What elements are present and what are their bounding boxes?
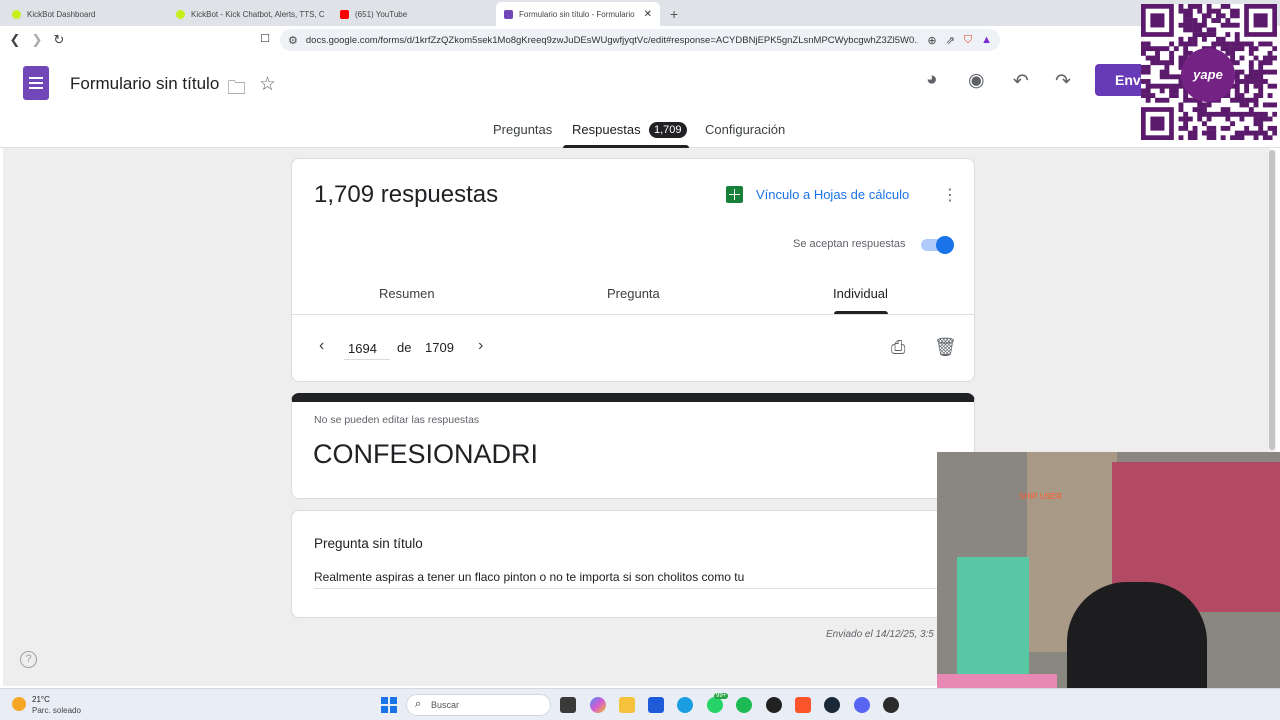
brave-shield-icon[interactable]: ⛉ xyxy=(964,34,972,47)
preview-eye-icon[interactable]: ◉ xyxy=(968,69,985,92)
subtab-summary[interactable]: Resumen xyxy=(379,286,435,301)
kickbot-favicon-icon xyxy=(176,9,185,19)
redo-icon[interactable]: ↷ xyxy=(1055,70,1071,93)
search-placeholder: Buscar xyxy=(431,700,460,710)
forward-icon[interactable]: ❯ xyxy=(26,32,48,48)
response-header-card: No se pueden editar las respuestas CONFE… xyxy=(291,393,975,499)
new-tab-icon[interactable]: + xyxy=(660,2,688,26)
browser-tab-strip: KickBot Dashboard KickBot - Kick Chatbot… xyxy=(0,0,1280,26)
windows-taskbar: 21°C Parc. soleado ⌕ Buscar 99+ xyxy=(0,688,1280,720)
star-icon[interactable]: ☆ xyxy=(259,73,276,96)
copilot-icon[interactable] xyxy=(590,697,606,713)
form-title[interactable]: Formulario sin título xyxy=(70,74,219,94)
divider xyxy=(292,314,974,315)
address-bar[interactable]: ⚙ docs.google.com/forms/d/1krfZzQZkom5se… xyxy=(280,29,1000,51)
sun-icon xyxy=(12,697,26,711)
steam-icon[interactable] xyxy=(824,697,840,713)
yape-logo: yape xyxy=(1181,48,1235,102)
sheets-icon[interactable] xyxy=(726,186,743,203)
delete-icon[interactable]: 🗑 xyxy=(934,337,957,358)
url-text: docs.google.com/forms/d/1krfZzQZkom5sek1… xyxy=(305,34,919,46)
zoom-icon[interactable]: ⊕ xyxy=(927,34,936,47)
browser-tab[interactable]: KickBot - Kick Chatbot, Alerts, TTS, Cr xyxy=(168,2,332,26)
tab-responses[interactable]: Respuestas xyxy=(572,122,641,137)
brave-icon[interactable] xyxy=(795,697,811,713)
browser-tab-active[interactable]: Formulario sin título - Formulario ✕ xyxy=(496,2,660,26)
more-options-icon[interactable]: ⋮ xyxy=(942,185,958,205)
tab-label: KickBot Dashboard xyxy=(27,9,96,19)
webcam-shelf xyxy=(957,557,1029,677)
search-icon: ⌕ xyxy=(415,698,422,710)
submitted-timestamp: Enviado el 14/12/25, 3:5 xyxy=(826,629,934,640)
previous-response-icon[interactable]: ‹ xyxy=(319,337,324,355)
app-icon[interactable] xyxy=(883,697,899,713)
google-forms-icon[interactable] xyxy=(23,66,49,100)
file-explorer-icon[interactable] xyxy=(619,697,635,713)
question-title: Pregunta sin título xyxy=(314,536,423,551)
webcam-overlay: SHIP USER xyxy=(937,452,1280,720)
store-icon[interactable] xyxy=(648,697,664,713)
task-view-icon[interactable] xyxy=(560,697,576,713)
reload-icon[interactable]: ↻ xyxy=(48,32,70,48)
answer-text: Realmente aspiras a tener un flaco pinto… xyxy=(314,570,954,589)
tab-label: KickBot - Kick Chatbot, Alerts, TTS, Cr xyxy=(191,9,324,19)
whatsapp-badge: 99+ xyxy=(714,693,729,699)
discord-icon[interactable] xyxy=(854,697,870,713)
close-tab-icon[interactable]: ✕ xyxy=(644,9,652,20)
back-icon[interactable]: ❮ xyxy=(4,32,26,48)
whatsapp-icon[interactable] xyxy=(707,697,723,713)
subtab-question[interactable]: Pregunta xyxy=(607,286,660,301)
browser-tab[interactable]: KickBot Dashboard xyxy=(4,2,168,26)
undo-icon[interactable]: ↶ xyxy=(1013,70,1029,93)
tab-label: (651) YouTube xyxy=(355,9,408,19)
site-info-icon[interactable]: ⚙ xyxy=(288,34,298,47)
responses-summary-card: 1,709 respuestas Vínculo a Hojas de cálc… xyxy=(291,158,975,382)
response-count-heading: 1,709 respuestas xyxy=(314,181,499,208)
total-responses: 1709 xyxy=(425,340,454,355)
edge-icon[interactable] xyxy=(677,697,693,713)
spotify-icon[interactable] xyxy=(736,697,752,713)
weather-condition: Parc. soleado xyxy=(32,706,81,715)
tab-label: Formulario sin título - Formulario xyxy=(519,9,635,19)
bookmark-icon[interactable]: ☐ xyxy=(254,32,276,45)
tab-settings[interactable]: Configuración xyxy=(705,122,785,137)
link-to-sheets[interactable]: Vínculo a Hojas de cálculo xyxy=(756,187,909,202)
response-title: CONFESIONADRI xyxy=(313,439,539,469)
accepting-responses-toggle[interactable] xyxy=(921,236,954,254)
obs-icon[interactable] xyxy=(766,697,782,713)
forms-header: Formulario sin título 🗀 ☆ ◕ ◉ ↶ ↷ Env Pr… xyxy=(0,54,1280,148)
youtube-favicon-icon xyxy=(340,9,349,19)
response-count-badge: 1,709 xyxy=(649,122,687,138)
next-response-icon[interactable]: › xyxy=(478,337,483,355)
help-icon[interactable]: ? xyxy=(20,651,37,668)
windows-start-icon[interactable] xyxy=(381,697,397,713)
temperature: 21°C xyxy=(32,695,50,704)
taskbar-search[interactable]: ⌕ Buscar xyxy=(406,694,551,716)
browser-toolbar: ❮ ❯ ↻ ☐ ⚙ docs.google.com/forms/d/1krfZz… xyxy=(0,26,1280,54)
subtab-individual[interactable]: Individual xyxy=(833,286,888,301)
question-card: Pregunta sin título Realmente aspiras a … xyxy=(291,510,975,618)
print-icon[interactable]: ⎙ xyxy=(891,337,905,358)
forms-favicon-icon xyxy=(504,9,513,19)
brave-rewards-icon[interactable]: ▲ xyxy=(981,34,992,46)
accepting-responses-label: Se aceptan respuestas xyxy=(793,238,906,250)
browser-tab[interactable]: (651) YouTube xyxy=(332,2,496,26)
kickbot-favicon-icon xyxy=(12,9,21,19)
palette-icon[interactable]: ◕ xyxy=(926,69,937,91)
folder-icon[interactable]: 🗀 xyxy=(227,74,246,106)
share-icon[interactable]: ⇗ xyxy=(946,34,955,47)
of-label: de xyxy=(397,340,412,355)
read-only-note: No se pueden editar las respuestas xyxy=(314,414,480,426)
response-index-input[interactable]: 1694 xyxy=(344,338,390,360)
webcam-caption: SHIP USER xyxy=(1019,492,1062,501)
tab-questions[interactable]: Preguntas xyxy=(493,122,552,137)
